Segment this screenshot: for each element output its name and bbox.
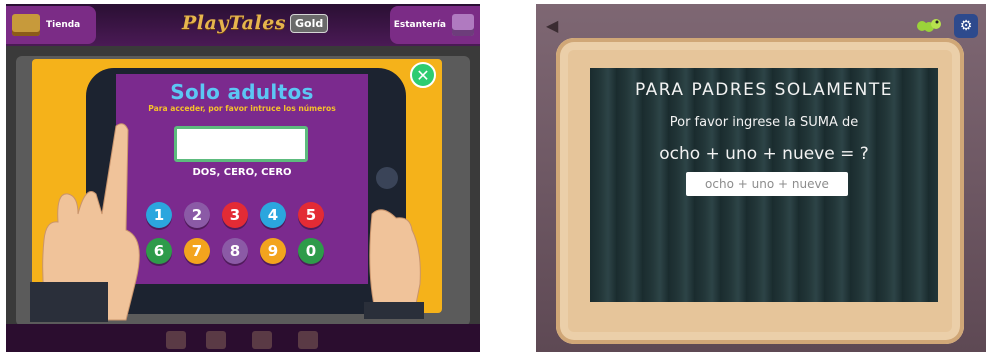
shelf-label: Estantería xyxy=(393,20,446,30)
board-title: PARA PADRES SOLAMENTE xyxy=(635,80,893,100)
keypad-button-8[interactable]: 8 xyxy=(222,238,248,264)
keypad-button-2[interactable]: 2 xyxy=(184,202,210,228)
store-label: Tienda xyxy=(46,20,81,30)
bottom-nav-icon[interactable] xyxy=(206,331,226,349)
answer-input[interactable] xyxy=(174,126,308,162)
worm-icon xyxy=(917,19,941,32)
playtales-logo: PlayTales Gold xyxy=(182,9,329,37)
bottom-nav-icon[interactable] xyxy=(166,331,186,349)
keypad-button-7[interactable]: 7 xyxy=(184,238,210,264)
tablet-home-button xyxy=(376,167,398,189)
bottom-bar xyxy=(6,324,480,352)
dialog-title: Solo adultos xyxy=(170,80,314,104)
shelf-button[interactable]: Estantería xyxy=(390,6,480,44)
keypad-button-6[interactable]: 6 xyxy=(146,238,172,264)
keypad-button-9[interactable]: 9 xyxy=(260,238,286,264)
bottom-nav-icon[interactable] xyxy=(252,331,272,349)
sum-input[interactable]: ocho + uno + nueve xyxy=(686,172,848,196)
logo-text: PlayTales xyxy=(182,12,286,34)
right-hand-illustration xyxy=(364,209,424,319)
dialog-subtitle: Para acceder, por favor intruce los núme… xyxy=(148,104,336,113)
keypad-button-4[interactable]: 4 xyxy=(260,202,286,228)
store-icon xyxy=(12,14,40,36)
store-button[interactable]: Tienda xyxy=(6,6,96,44)
shelf-icon xyxy=(452,14,474,36)
board-equation: ocho + uno + nueve = ? xyxy=(659,144,869,164)
gold-badge: Gold xyxy=(290,13,329,33)
back-icon[interactable]: ◀ xyxy=(546,16,568,35)
keypad-button-1[interactable]: 1 xyxy=(146,202,172,228)
keypad-button-5[interactable]: 5 xyxy=(298,202,324,228)
top-bar: Tienda PlayTales Gold Estantería xyxy=(6,4,480,46)
keypad-button-0[interactable]: 0 xyxy=(298,238,324,264)
bottom-nav-icon[interactable] xyxy=(298,331,318,349)
right-screenshot: ◀ ⚙ PARA PADRES SOLAMENTE Por favor ingr… xyxy=(536,4,986,352)
keypad-button-3[interactable]: 3 xyxy=(222,202,248,228)
board-instruction: Por favor ingrese la SUMA de xyxy=(669,115,859,130)
close-icon[interactable]: ✕ xyxy=(410,62,436,88)
left-screenshot: Tienda PlayTales Gold Estantería Solo ad… xyxy=(6,4,480,352)
left-hand-illustration xyxy=(30,123,140,322)
settings-gear-icon[interactable]: ⚙ xyxy=(954,14,978,38)
number-hint: DOS, CERO, CERO xyxy=(192,167,292,178)
